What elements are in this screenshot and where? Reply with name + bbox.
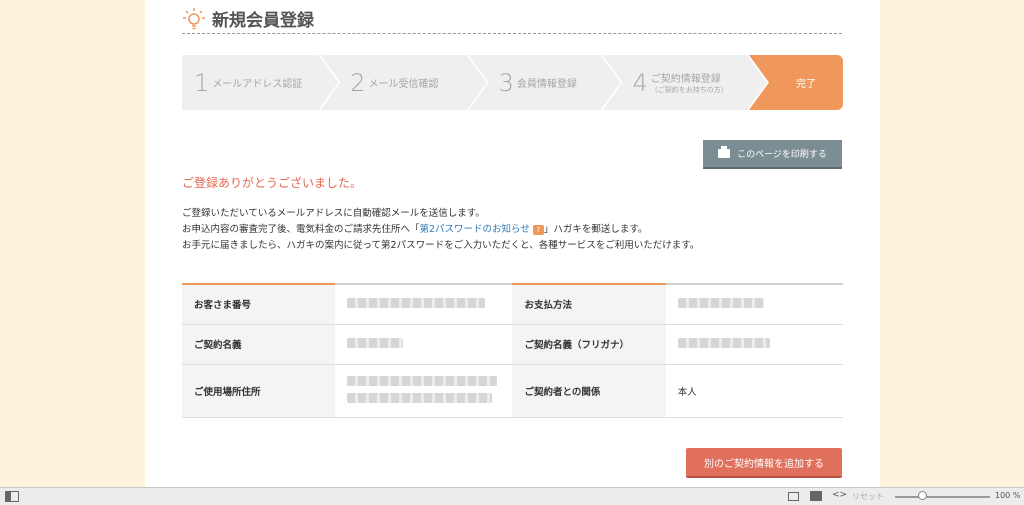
redacted-value <box>347 392 493 403</box>
step-label: ご契約情報登録 <box>650 74 721 85</box>
step-label: メール受信確認 <box>368 79 439 90</box>
step-3: 3 会員情報登録 <box>469 55 621 110</box>
zoom-slider[interactable] <box>895 496 990 498</box>
contract-name-kana-value <box>665 324 843 365</box>
confirmation-message: ご登録いただいているメールアドレスに自動確認メールを送信します。 お申込内容の審… <box>182 206 699 254</box>
printer-icon <box>718 146 731 158</box>
step-number: 4 <box>632 68 648 97</box>
add-contract-button[interactable]: 別のご契約情報を追加する <box>686 448 842 478</box>
contract-name-label: ご契約名義 <box>182 324 336 365</box>
second-password-link[interactable]: 第2パスワードのお知らせ <box>420 224 530 235</box>
redacted-value <box>347 297 486 308</box>
help-icon[interactable]: ? <box>532 224 544 235</box>
step-number: 3 <box>498 68 514 97</box>
thanks-heading: ご登録ありがとうございました。 <box>182 176 363 190</box>
lightbulb-icon <box>182 7 206 31</box>
contract-name-kana-label: ご契約名義（フリガナ） <box>512 324 666 365</box>
sidebar-toggle-icon[interactable] <box>5 491 19 502</box>
print-page-button[interactable]: このページを印刷する <box>703 140 842 169</box>
page-header: 新規会員登録 <box>182 4 842 34</box>
step-2: 2 メール受信確認 <box>320 55 486 110</box>
step-number: 1 <box>194 68 210 97</box>
print-button-label: このページを印刷する <box>737 150 827 160</box>
customer-number-value <box>335 283 513 325</box>
step-label: 会員情報登録 <box>516 79 577 90</box>
step-number: 2 <box>350 68 366 97</box>
step-label: メールアドレス認証 <box>212 79 303 90</box>
payment-method-value <box>665 283 843 325</box>
redacted-value <box>677 297 764 308</box>
progress-steps: 1 メールアドレス認証 2 メール受信確認 3 会員情報登録 4 ご契約情報登録… <box>182 55 843 110</box>
relation-value: 本人 <box>665 364 843 418</box>
responsive-view-icon[interactable] <box>788 492 799 501</box>
code-icon[interactable]: <> <box>832 490 847 500</box>
registration-info-table: お客さま番号 お支払方法 ご契約名義 ご契約名義（フリガナ） ご使用場所住所 ご… <box>182 283 843 418</box>
redacted-value <box>347 375 498 386</box>
page-title: 新規会員登録 <box>212 11 314 31</box>
message-text: 」ハガキを郵送します。 <box>543 224 648 235</box>
table-row: お客さま番号 お支払方法 <box>182 283 843 325</box>
address-value <box>335 364 513 418</box>
redacted-value <box>677 337 770 348</box>
message-line-2: お申込内容の審査完了後、電気料金のご請求先住所へ「第2パスワードのお知らせ ?」… <box>182 222 699 238</box>
reset-button[interactable]: リセット <box>852 491 884 502</box>
zoom-slider-knob[interactable] <box>918 491 927 500</box>
image-icon[interactable] <box>810 491 822 501</box>
main-content: 新規会員登録 1 メールアドレス認証 2 メール受信確認 3 会員情報登録 4 … <box>145 0 880 487</box>
message-text: お申込内容の審査完了後、電気料金のご請求先住所へ「 <box>182 224 420 235</box>
step-4: 4 ご契約情報登録 （ご契約をお持ちの方） <box>602 55 766 110</box>
address-label: ご使用場所住所 <box>182 364 336 418</box>
table-row: ご契約名義 ご契約名義（フリガナ） <box>182 324 843 365</box>
message-line-3: お手元に届きましたら、ハガキの案内に従って第2パスワードをご入力いただくと、各種… <box>182 240 700 251</box>
step-1: 1 メールアドレス認証 <box>182 55 338 110</box>
browser-statusbar: <> リセット 100 % <box>0 487 1024 505</box>
customer-number-label: お客さま番号 <box>182 283 336 325</box>
step-label: 完了 <box>795 79 816 90</box>
zoom-level: 100 % <box>995 491 1021 500</box>
relation-label: ご契約者との関係 <box>512 364 666 418</box>
step-sublabel: （ご契約をお持ちの方） <box>650 86 728 94</box>
message-line-1: ご登録いただいているメールアドレスに自動確認メールを送信します。 <box>182 208 485 219</box>
contract-name-value <box>335 324 513 365</box>
payment-method-label: お支払方法 <box>512 283 666 325</box>
redacted-value <box>347 337 404 348</box>
table-row: ご使用場所住所 ご契約者との関係 本人 <box>182 364 843 418</box>
